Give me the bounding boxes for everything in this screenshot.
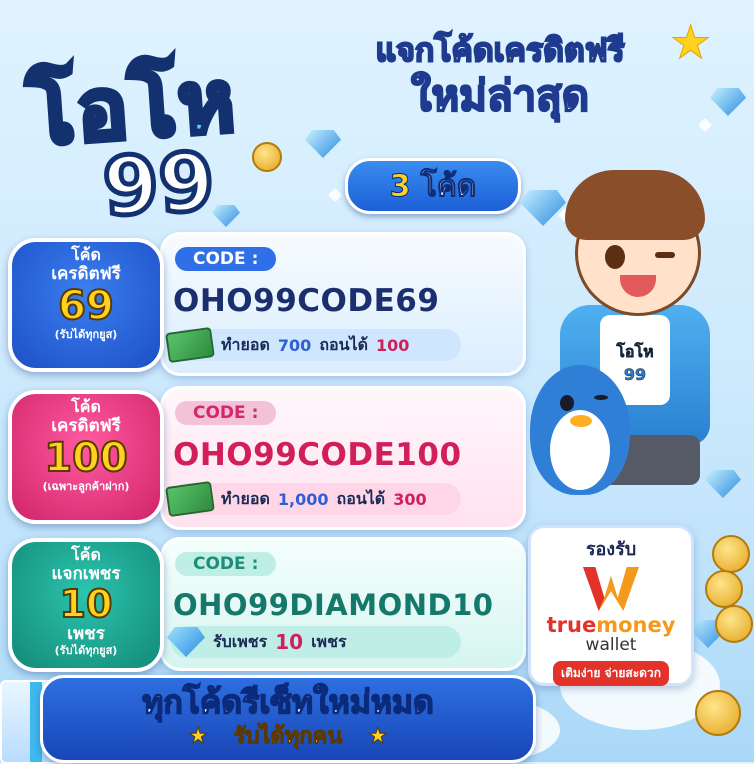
badge-line1: โค้ด xyxy=(71,397,101,416)
badge-amount: 100 xyxy=(43,435,129,481)
truemoney-logo-icon xyxy=(583,567,639,611)
truemoney-wallet-panel: รองรับ truemoney wallet เติมง่าย จ่ายสะด… xyxy=(528,525,694,686)
star-icon: ★ xyxy=(368,724,389,750)
reward-prefix: ทำยอด xyxy=(221,488,270,508)
code-value[interactable]: OHO99CODE100 xyxy=(173,437,462,473)
brand-logo: โอโห 99 xyxy=(18,18,318,236)
reward-payout: 100 xyxy=(375,335,410,355)
badge-line1: โค้ด xyxy=(71,545,101,564)
wallet-brand: truemoney xyxy=(546,613,676,637)
coin-icon xyxy=(712,535,750,573)
code-label: CODE : xyxy=(175,401,277,425)
reward-mid: ถอนได้ xyxy=(319,334,368,354)
reward-suffix: เพชร xyxy=(311,631,347,651)
reward-turnover: 700 xyxy=(277,335,312,355)
penguin-eye xyxy=(594,395,608,400)
reward-turnover: 1,000 xyxy=(277,489,329,509)
code-label: CODE : xyxy=(175,247,277,271)
code-value[interactable]: OHO99DIAMOND10 xyxy=(173,588,493,622)
headline: แจกโค้ดเครดิตฟรี ใหม่ล่าสุด xyxy=(330,30,670,122)
reward-prefix: รับเพชร xyxy=(213,631,268,651)
badge-amount: 69 xyxy=(57,283,115,329)
mascot-hair xyxy=(565,170,705,240)
badge-note: (รับได้ทุกยูส) xyxy=(54,644,118,657)
badge-credit-100: โค้ด เครดิตฟรี 100 (เฉพาะลูกค้าฝาก) xyxy=(8,390,164,524)
star-icon: ★ xyxy=(188,724,209,750)
penguin-eye xyxy=(560,395,574,411)
badge-line1: โค้ด xyxy=(71,245,101,264)
star-icon: ★ xyxy=(669,15,712,70)
penguin-beak xyxy=(570,415,592,427)
code-count-number: 3 xyxy=(389,168,411,204)
reward-amount: 10 xyxy=(275,630,304,654)
money-icon xyxy=(165,326,215,364)
diamond-icon xyxy=(167,627,205,657)
code-card-diamond-10: CODE : OHO99DIAMOND10 รับเพชร 10 เพชร xyxy=(160,537,526,671)
badge-line2: เครดิตฟรี xyxy=(51,416,121,436)
badge-line2: เครดิตฟรี xyxy=(51,264,121,284)
badge-amount: 10 xyxy=(59,582,114,626)
headline-line2: ใหม่ล่าสุด xyxy=(410,70,590,121)
badge-line2: แจกเพชร xyxy=(51,564,121,584)
reward-info: รับเพชร 10 เพชร xyxy=(167,626,461,658)
coin-icon xyxy=(695,690,741,736)
sparkle-icon xyxy=(327,187,343,203)
reward-payout: 300 xyxy=(393,489,427,509)
money-icon xyxy=(165,480,215,518)
badge-note: (รับได้ทุกยูส) xyxy=(54,328,118,341)
wallet-supports-label: รองรับ xyxy=(585,539,637,560)
reward-prefix: ทำยอด xyxy=(221,334,270,354)
sparkle-icon xyxy=(697,117,713,133)
banner-line2: รับได้ทุกคน xyxy=(233,724,343,750)
code-card-credit-69: CODE : OHO99CODE69 ทำยอด 700 ถอนได้ 100 xyxy=(160,232,526,376)
logo-number: 99 xyxy=(98,133,219,237)
code-label: CODE : xyxy=(175,552,277,576)
mascot-penguin xyxy=(520,355,645,505)
code-count-pill: 3 โค้ด xyxy=(345,158,521,214)
wallet-tagline: เติมง่าย จ่ายสะดวก xyxy=(553,661,669,686)
headline-line1: แจกโค้ดเครดิตฟรี xyxy=(374,30,625,70)
coin-icon xyxy=(715,605,753,643)
wallet-word: wallet xyxy=(585,635,637,655)
bottom-banner: ทุกโค้ดรีเซ็ทใหม่หมด ★ รับได้ทุกคน ★ xyxy=(40,675,536,763)
code-card-credit-100: CODE : OHO99CODE100 ทำยอด 1,000 ถอนได้ 3… xyxy=(160,386,526,530)
diamond-icon xyxy=(710,88,746,116)
code-value[interactable]: OHO99CODE69 xyxy=(173,283,439,319)
badge-credit-69: โค้ด เครดิตฟรี 69 (รับได้ทุกยูส) xyxy=(8,238,164,372)
badge-diamond-10: โค้ด แจกเพชร 10 เพชร (รับได้ทุกยูส) xyxy=(8,538,164,672)
reward-info: ทำยอด 700 ถอนได้ 100 xyxy=(165,326,461,364)
banner-line2-row: ★ รับได้ทุกคน ★ xyxy=(43,722,533,752)
diamond-icon xyxy=(520,190,566,226)
badge-note: (เฉพาะลูกค้าฝาก) xyxy=(42,480,130,493)
reward-mid: ถอนได้ xyxy=(336,488,386,508)
banner-line1: ทุกโค้ดรีเซ็ทใหม่หมด xyxy=(141,682,434,722)
mascot-eye xyxy=(605,245,625,269)
reward-info: ทำยอด 1,000 ถอนได้ 300 xyxy=(165,480,461,518)
badge-unit: เพชร xyxy=(67,624,105,644)
code-count-label: โค้ด xyxy=(420,168,477,204)
mascot-wink xyxy=(655,252,675,258)
coin-icon xyxy=(705,570,743,608)
